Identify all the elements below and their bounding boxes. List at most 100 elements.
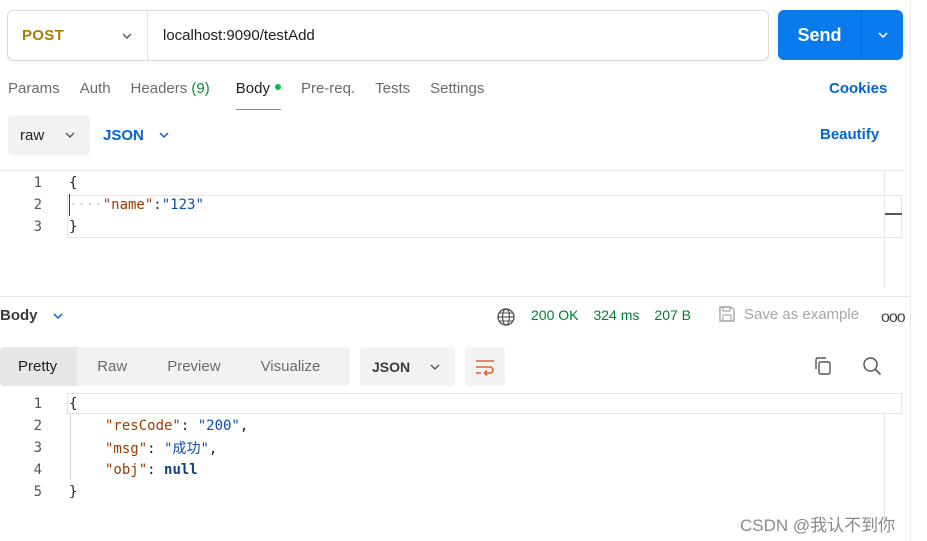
save-as-example-label: Save as example xyxy=(744,305,860,323)
status-code[interactable]: 200 OK xyxy=(531,307,578,323)
code-text: "msg": "成功", xyxy=(105,438,217,458)
body-mode-select[interactable]: raw xyxy=(8,115,90,155)
response-view-tabs: Pretty Raw Preview Visualize xyxy=(0,347,350,386)
line-number: 3 xyxy=(33,440,42,456)
tab-params[interactable]: Params xyxy=(8,80,60,110)
code-text: } xyxy=(69,484,78,500)
tab-pretty[interactable]: Pretty xyxy=(0,347,78,386)
tab-visualize[interactable]: Visualize xyxy=(241,347,341,386)
json-key: "obj" xyxy=(105,462,148,478)
text-cursor xyxy=(69,194,70,216)
code-line: 3 "msg": "成功", xyxy=(0,437,903,459)
send-button-group: Send xyxy=(778,10,903,60)
code-line: 2 ····"name":"123" xyxy=(0,194,903,216)
json-separator: : xyxy=(147,462,165,478)
json-trail: , xyxy=(208,441,218,457)
tab-preview[interactable]: Preview xyxy=(147,347,240,386)
modified-dot-icon xyxy=(274,84,281,91)
chevron-down-icon xyxy=(430,364,440,370)
code-text: } xyxy=(69,219,78,235)
json-trail: , xyxy=(239,418,249,434)
line-number: 2 xyxy=(33,418,42,434)
line-number: 3 xyxy=(33,219,42,235)
chevron-down-icon xyxy=(159,132,169,139)
code-text: "resCode": "200", xyxy=(105,418,248,434)
chevron-down-icon xyxy=(65,132,75,138)
save-icon xyxy=(719,306,735,322)
line-number: 1 xyxy=(33,396,42,412)
search-icon[interactable] xyxy=(862,356,882,376)
send-options-button[interactable] xyxy=(862,10,903,60)
indent-dots: ···· xyxy=(69,197,103,213)
headers-count: (9) xyxy=(191,80,210,97)
request-body-editor[interactable]: 1 { 2 ····"name":"123" 3 } xyxy=(0,170,903,288)
json-key: "resCode" xyxy=(105,418,181,434)
code-line: 4 "obj": null xyxy=(0,459,903,481)
code-line: 5 } xyxy=(0,481,903,503)
body-language-label: JSON xyxy=(103,126,144,144)
request-scrollbar-thumb[interactable] xyxy=(885,213,902,215)
json-value: "成功" xyxy=(164,441,209,457)
copy-icon[interactable] xyxy=(813,356,833,376)
line-number: 4 xyxy=(33,462,42,478)
code-line: 1 { xyxy=(0,393,903,415)
watermark: CSDN @我认不到你 xyxy=(740,516,896,535)
code-text: { xyxy=(69,396,78,412)
chevron-down-icon xyxy=(122,33,132,39)
tab-settings[interactable]: Settings xyxy=(430,80,484,110)
code-text: { xyxy=(69,175,78,191)
response-scrollbar[interactable] xyxy=(884,414,903,524)
chevron-down-icon xyxy=(52,312,63,319)
response-size[interactable]: 207 B xyxy=(654,307,691,323)
line-number: 5 xyxy=(33,484,42,500)
tab-headers[interactable]: Headers (9) xyxy=(131,80,210,110)
wrap-lines-button[interactable] xyxy=(465,347,505,386)
response-body-viewer[interactable]: 1 { 2 "resCode": "200", 3 "msg": "成功", 4… xyxy=(0,393,903,513)
response-time[interactable]: 324 ms xyxy=(593,307,639,323)
code-text: ····"name":"123" xyxy=(69,197,204,213)
pane-divider[interactable] xyxy=(0,296,910,297)
line-number: 2 xyxy=(33,197,42,213)
body-language-select[interactable]: JSON xyxy=(103,115,170,155)
tab-raw[interactable]: Raw xyxy=(77,347,147,386)
globe-icon[interactable] xyxy=(496,307,516,327)
code-text: "obj": null xyxy=(105,462,198,478)
more-options-icon[interactable]: ooo xyxy=(881,309,906,327)
tab-body[interactable]: Body xyxy=(235,80,282,110)
line-number: 1 xyxy=(33,175,42,191)
json-value: "123" xyxy=(161,197,204,213)
response-status: 200 OK 324 ms 207 B xyxy=(531,307,691,323)
save-as-example-button[interactable]: Save as example xyxy=(718,305,859,323)
url-input[interactable] xyxy=(148,27,768,44)
body-mode-label: raw xyxy=(20,126,45,144)
beautify-button[interactable]: Beautify xyxy=(820,126,879,143)
tab-body-label: Body xyxy=(235,80,270,97)
response-format-select[interactable]: JSON xyxy=(360,347,455,386)
send-button[interactable]: Send xyxy=(778,10,862,60)
tab-auth[interactable]: Auth xyxy=(80,80,111,110)
response-format-label: JSON xyxy=(372,358,411,375)
chevron-down-icon xyxy=(877,32,888,39)
request-scrollbar[interactable] xyxy=(884,171,903,288)
window-edge xyxy=(910,0,911,541)
method-label: POST xyxy=(22,27,65,44)
code-line: 3 } xyxy=(0,216,903,238)
json-key: "name" xyxy=(102,197,154,213)
method-select[interactable]: POST xyxy=(8,11,148,60)
cookies-link[interactable]: Cookies xyxy=(829,80,887,97)
code-line: 1 { xyxy=(0,172,903,194)
json-separator: : xyxy=(180,418,198,434)
json-colon: : xyxy=(153,197,162,213)
json-value: null xyxy=(164,462,198,478)
code-line: 2 "resCode": "200", xyxy=(0,415,903,437)
tab-headers-label: Headers xyxy=(130,80,188,97)
tab-tests[interactable]: Tests xyxy=(375,80,410,110)
json-key: "msg" xyxy=(105,441,148,457)
request-tabs: Params Auth Headers (9) Body Pre-req. Te… xyxy=(8,80,504,110)
url-bar: POST xyxy=(7,10,769,61)
json-separator: : xyxy=(147,441,165,457)
tab-prereq[interactable]: Pre-req. xyxy=(301,80,355,110)
response-section-select[interactable]: Body xyxy=(0,307,64,324)
json-value: "200" xyxy=(197,418,240,434)
response-section-label: Body xyxy=(0,307,38,324)
